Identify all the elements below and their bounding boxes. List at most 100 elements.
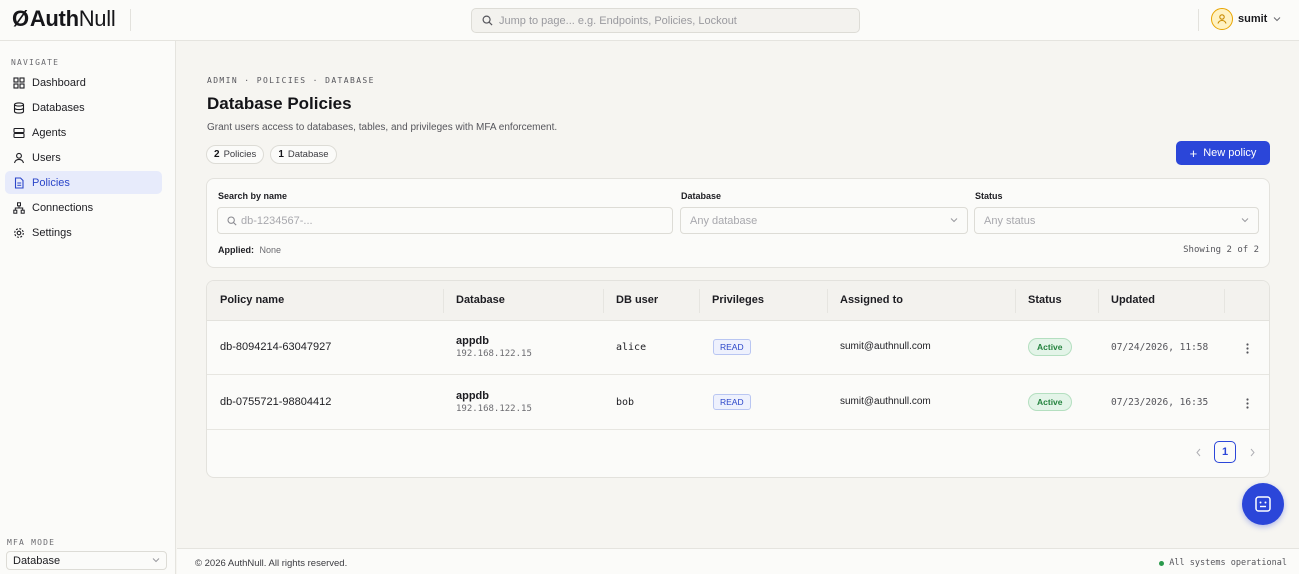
- database-host: 192.168.122.15: [456, 349, 532, 359]
- applied-filters: Applied: None: [218, 245, 281, 255]
- policies-count-chip: 2 Policies: [206, 145, 265, 164]
- col-privileges[interactable]: Privileges: [712, 294, 764, 306]
- database-label: Database: [681, 191, 722, 201]
- assistant-button[interactable]: [1242, 483, 1284, 525]
- assigned-to: sumit@authnull.com: [840, 396, 931, 407]
- server-icon: [12, 126, 25, 139]
- sidebar-item-settings[interactable]: Settings: [5, 221, 162, 244]
- divider: [1015, 289, 1016, 313]
- new-policy-label: New policy: [1203, 147, 1257, 159]
- policy-search-input[interactable]: db-1234567-...: [217, 207, 673, 234]
- col-policy-name[interactable]: Policy name: [220, 294, 284, 306]
- table-header: Policy name Database DB user Privileges …: [207, 281, 1269, 321]
- divider: [827, 289, 828, 313]
- sidebar-item-policies[interactable]: Policies: [5, 171, 162, 194]
- grid-icon: [12, 76, 25, 89]
- sidebar-heading: NAVIGATE: [11, 58, 60, 67]
- sidebar-item-label: Connections: [32, 201, 94, 214]
- chip-count: 2: [214, 149, 220, 160]
- chevron-down-icon: [950, 215, 958, 227]
- table-row[interactable]: db-0755721-98804412 appdb 192.168.122.15…: [207, 376, 1269, 430]
- sidebar-item-agents[interactable]: Agents: [5, 121, 162, 144]
- chip-label: Database: [287, 149, 329, 160]
- databases-count-chip: 1 Database: [270, 145, 337, 164]
- updated-time: 07/24/2026, 11:58: [1111, 342, 1209, 353]
- sidebar-item-label: Agents: [32, 126, 67, 139]
- policy-name[interactable]: db-8094214-63047927: [220, 341, 331, 353]
- database-icon: [12, 101, 25, 114]
- user-icon: [1217, 14, 1227, 24]
- divider: [603, 289, 604, 313]
- search-placeholder: db-1234567-...: [241, 214, 313, 227]
- search-label: Search by name: [218, 191, 288, 201]
- system-status: All systems operational: [1159, 558, 1287, 568]
- mfa-mode-select[interactable]: Database: [6, 551, 167, 570]
- user-menu[interactable]: sumit: [1211, 8, 1281, 30]
- col-database[interactable]: Database: [456, 294, 505, 306]
- bot-icon: [1255, 496, 1271, 512]
- logo-symbol: Ø: [12, 6, 29, 31]
- chevron-right-icon[interactable]: [1245, 448, 1259, 457]
- policy-name[interactable]: db-0755721-98804412: [220, 396, 331, 408]
- database-select[interactable]: Any database: [680, 207, 968, 234]
- sidebar-item-users[interactable]: Users: [5, 146, 162, 169]
- divider: [1198, 9, 1199, 31]
- database-host: 192.168.122.15: [456, 404, 532, 414]
- logo[interactable]: Ø Auth Null: [12, 6, 116, 32]
- sidebar-item-label: Dashboard: [32, 76, 86, 89]
- breadcrumb: ADMIN · POLICIES · DATABASE: [207, 76, 375, 85]
- database-name: appdb: [456, 335, 489, 347]
- database-placeholder: Any database: [690, 214, 758, 227]
- privilege-badge: READ: [713, 339, 751, 355]
- database-name: appdb: [456, 390, 489, 402]
- applied-label: Applied:: [218, 245, 254, 255]
- privilege-badge: READ: [713, 394, 751, 410]
- mfa-mode-label: MFA MODE: [7, 538, 56, 547]
- sidebar-item-dashboard[interactable]: Dashboard: [5, 71, 162, 94]
- user-icon: [12, 151, 25, 164]
- network-icon: [12, 201, 25, 214]
- sidebar-item-connections[interactable]: Connections: [5, 196, 162, 219]
- col-status[interactable]: Status: [1028, 294, 1062, 306]
- global-search-input[interactable]: Jump to page... e.g. Endpoints, Policies…: [471, 8, 860, 33]
- sidebar-item-label: Settings: [32, 226, 72, 239]
- chevron-left-icon[interactable]: [1191, 448, 1205, 457]
- sidebar-item-label: Policies: [32, 176, 70, 189]
- system-status-text: All systems operational: [1169, 558, 1287, 568]
- db-user: alice: [616, 342, 647, 353]
- chip-label: Policies: [223, 149, 257, 160]
- col-assigned-to[interactable]: Assigned to: [840, 294, 903, 306]
- status-dot-icon: [1159, 560, 1165, 566]
- status-placeholder: Any status: [984, 214, 1036, 227]
- sidebar-item-databases[interactable]: Databases: [5, 96, 162, 119]
- top-bar: Ø Auth Null Jump to page... e.g. Endpoin…: [0, 0, 1299, 41]
- avatar: [1211, 8, 1233, 30]
- search-icon: [482, 15, 493, 26]
- assigned-to: sumit@authnull.com: [840, 341, 931, 352]
- more-icon[interactable]: [1242, 395, 1252, 411]
- page-number-current[interactable]: 1: [1214, 441, 1236, 463]
- logo-name-bold: Auth: [29, 6, 79, 31]
- policies-table: Policy name Database DB user Privileges …: [206, 280, 1270, 478]
- page-title: Database Policies: [207, 94, 352, 113]
- updated-time: 07/23/2026, 16:35: [1111, 397, 1209, 408]
- table-row[interactable]: db-8094214-63047927 appdb 192.168.122.15…: [207, 321, 1269, 375]
- results-count: Showing 2 of 2: [1183, 245, 1259, 255]
- divider: [443, 289, 444, 313]
- plus-icon: +: [1189, 145, 1198, 161]
- pagination: 1: [1191, 441, 1259, 463]
- chevron-down-icon: [1241, 215, 1249, 227]
- sidebar-item-label: Databases: [32, 101, 85, 114]
- page-subtitle: Grant users access to databases, tables,…: [207, 122, 558, 133]
- more-icon[interactable]: [1242, 340, 1252, 356]
- divider: [1098, 289, 1099, 313]
- new-policy-button[interactable]: + New policy: [1176, 141, 1270, 165]
- user-name: sumit: [1238, 13, 1268, 25]
- status-select[interactable]: Any status: [974, 207, 1259, 234]
- status-badge: Active: [1028, 338, 1072, 356]
- chip-count: 1: [278, 149, 284, 160]
- col-updated[interactable]: Updated: [1111, 294, 1155, 306]
- col-db-user[interactable]: DB user: [616, 294, 658, 306]
- divider: [1224, 289, 1225, 313]
- chevron-down-icon: [1273, 15, 1281, 23]
